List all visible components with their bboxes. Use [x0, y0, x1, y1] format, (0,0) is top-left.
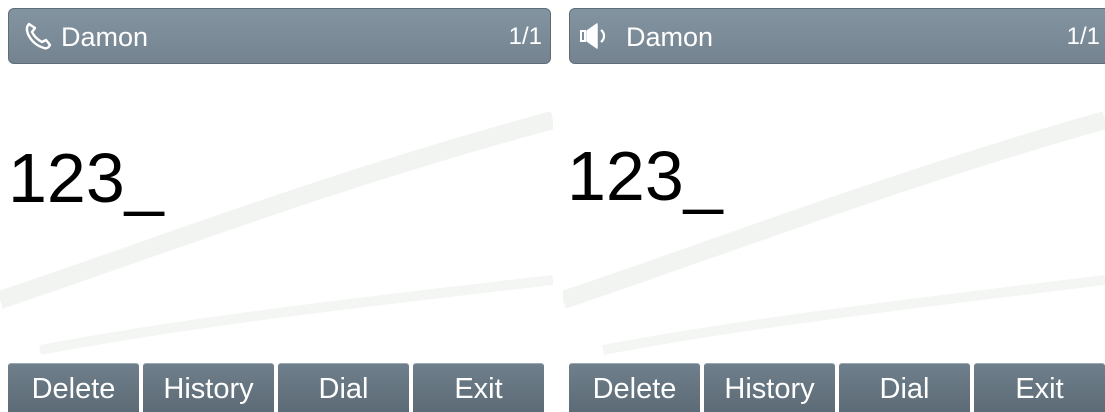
- softkey-bar: Delete History Dial Exit: [569, 363, 1105, 412]
- page-indicator: 1/1: [1066, 23, 1100, 50]
- title-bar: Damon 1/1: [8, 8, 551, 64]
- contact-name: Damon: [626, 22, 714, 52]
- exit-softkey[interactable]: Exit: [974, 363, 1105, 412]
- exit-softkey[interactable]: Exit: [413, 363, 544, 412]
- dial-input[interactable]: 123_: [567, 136, 723, 216]
- dial-input[interactable]: 123_: [8, 138, 164, 218]
- phone-screen-speaker: Damon 1/1 123_ Delete History Dial Exit: [563, 0, 1105, 412]
- contact-name: Damon: [61, 22, 149, 52]
- history-softkey[interactable]: History: [143, 363, 274, 412]
- phone-screen-handset: Damon 1/1 123_ Delete History Dial Exit: [0, 0, 553, 412]
- screen-divider: [553, 0, 563, 412]
- speaker-icon: [580, 23, 606, 49]
- handset-icon: [25, 22, 52, 50]
- softkey-bar: Delete History Dial Exit: [8, 363, 548, 412]
- history-softkey[interactable]: History: [704, 363, 835, 412]
- dial-softkey[interactable]: Dial: [839, 363, 970, 412]
- page-indicator: 1/1: [508, 23, 542, 50]
- dial-softkey[interactable]: Dial: [278, 363, 409, 412]
- delete-softkey[interactable]: Delete: [8, 363, 139, 412]
- delete-softkey[interactable]: Delete: [569, 363, 700, 412]
- title-bar: Damon 1/1: [569, 8, 1105, 64]
